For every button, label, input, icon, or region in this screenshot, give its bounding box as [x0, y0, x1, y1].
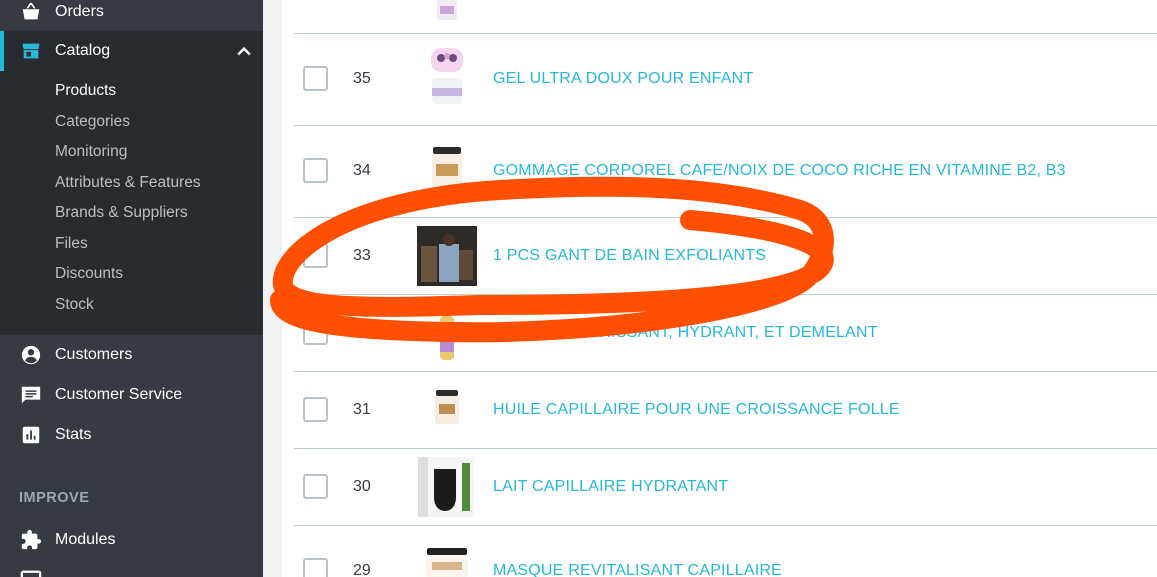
product-thumbnail[interactable] — [430, 146, 464, 190]
product-table: 35 GEL ULTRA DOUX POUR ENFANT 34 GOMMAGE… — [282, 0, 1157, 577]
sidebar-item-brands-suppliers[interactable]: Brands & Suppliers — [55, 204, 188, 222]
nav-design[interactable] — [0, 560, 263, 577]
product-thumbnail[interactable] — [433, 0, 461, 22]
product-name-link[interactable]: GEL ULTRA DOUX POUR ENFANT — [493, 70, 753, 88]
row-divider — [294, 33, 1157, 34]
nav-customer-service[interactable]: Customer Service — [0, 375, 263, 415]
nav-orders-label: Orders — [55, 3, 104, 20]
sidebar-item-attributes-features[interactable]: Attributes & Features — [55, 174, 201, 192]
sidebar-item-products[interactable]: Products — [55, 82, 116, 100]
nav-orders[interactable]: Orders — [0, 0, 263, 32]
row-checkbox[interactable] — [303, 158, 328, 183]
product-thumbnail[interactable] — [427, 44, 467, 108]
row-checkbox[interactable] — [303, 474, 328, 499]
product-id: 29 — [353, 562, 371, 577]
sidebar-item-categories[interactable]: Categories — [55, 113, 130, 131]
basket-icon — [22, 2, 40, 20]
product-name-link[interactable]: GOMMAGE CORPOREL CAFE/NOIX DE COCO RICHE… — [493, 162, 1066, 180]
product-id: 32 — [353, 324, 371, 341]
chevron-up-icon[interactable] — [234, 42, 254, 62]
sidebar-item-discounts[interactable]: Discounts — [55, 265, 123, 283]
product-name-link[interactable]: SPRAY NOURRISSANT, HYDRANT, ET DEMELANT — [493, 324, 878, 342]
product-thumbnail[interactable] — [418, 457, 474, 517]
monitor-icon — [20, 570, 42, 577]
nav-modules[interactable]: Modules — [0, 520, 263, 560]
nav-customer-service-label: Customer Service — [55, 386, 183, 403]
nav-stats-label: Stats — [55, 426, 92, 443]
product-id: 31 — [353, 401, 371, 418]
product-name-link[interactable]: LAIT CAPILLAIRE HYDRATANT — [493, 478, 728, 496]
nav-customers[interactable]: Customers — [0, 335, 263, 375]
product-id: 30 — [353, 478, 371, 495]
nav-stats[interactable]: Stats — [0, 415, 263, 455]
stats-icon — [22, 426, 40, 444]
nav-modules-label: Modules — [55, 531, 116, 548]
row-checkbox[interactable] — [303, 397, 328, 422]
row-divider — [294, 371, 1157, 372]
product-name-link[interactable]: 1 PCS GANT DE BAIN EXFOLIANTS — [493, 247, 766, 265]
row-divider — [294, 525, 1157, 526]
product-thumbnail[interactable] — [417, 226, 477, 286]
chat-icon — [21, 386, 41, 404]
nav-customers-label: Customers — [55, 346, 133, 363]
row-checkbox[interactable] — [303, 243, 328, 268]
nav-catalog[interactable]: Catalog — [0, 31, 263, 71]
product-id: 35 — [353, 70, 371, 87]
store-icon — [22, 43, 40, 59]
row-checkbox[interactable] — [303, 320, 328, 345]
row-divider — [294, 448, 1157, 449]
sidebar-item-files[interactable]: Files — [55, 235, 88, 253]
product-thumbnail[interactable] — [424, 546, 470, 577]
row-divider — [294, 217, 1157, 218]
sidebar-item-stock[interactable]: Stock — [55, 296, 94, 314]
puzzle-icon — [21, 529, 42, 550]
sidebar-item-monitoring[interactable]: Monitoring — [55, 143, 127, 161]
product-thumbnail[interactable] — [433, 388, 461, 428]
row-checkbox[interactable] — [303, 66, 328, 91]
product-name-link[interactable]: HUILE CAPILLAIRE POUR UNE CROISSANCE FOL… — [493, 401, 900, 419]
account-icon — [21, 345, 41, 365]
section-improve: IMPROVE — [19, 490, 90, 506]
row-divider — [294, 294, 1157, 295]
sidebar: Orders Catalog Products Categories Monit… — [0, 0, 263, 577]
product-name-link[interactable]: MASQUE REVITALISANT CAPILLAIRE — [493, 562, 782, 577]
product-id: 33 — [353, 247, 371, 264]
row-divider — [294, 125, 1157, 126]
row-checkbox[interactable] — [303, 558, 328, 577]
product-thumbnail[interactable] — [437, 306, 457, 364]
nav-catalog-label: Catalog — [55, 42, 111, 59]
product-id: 34 — [353, 162, 371, 179]
